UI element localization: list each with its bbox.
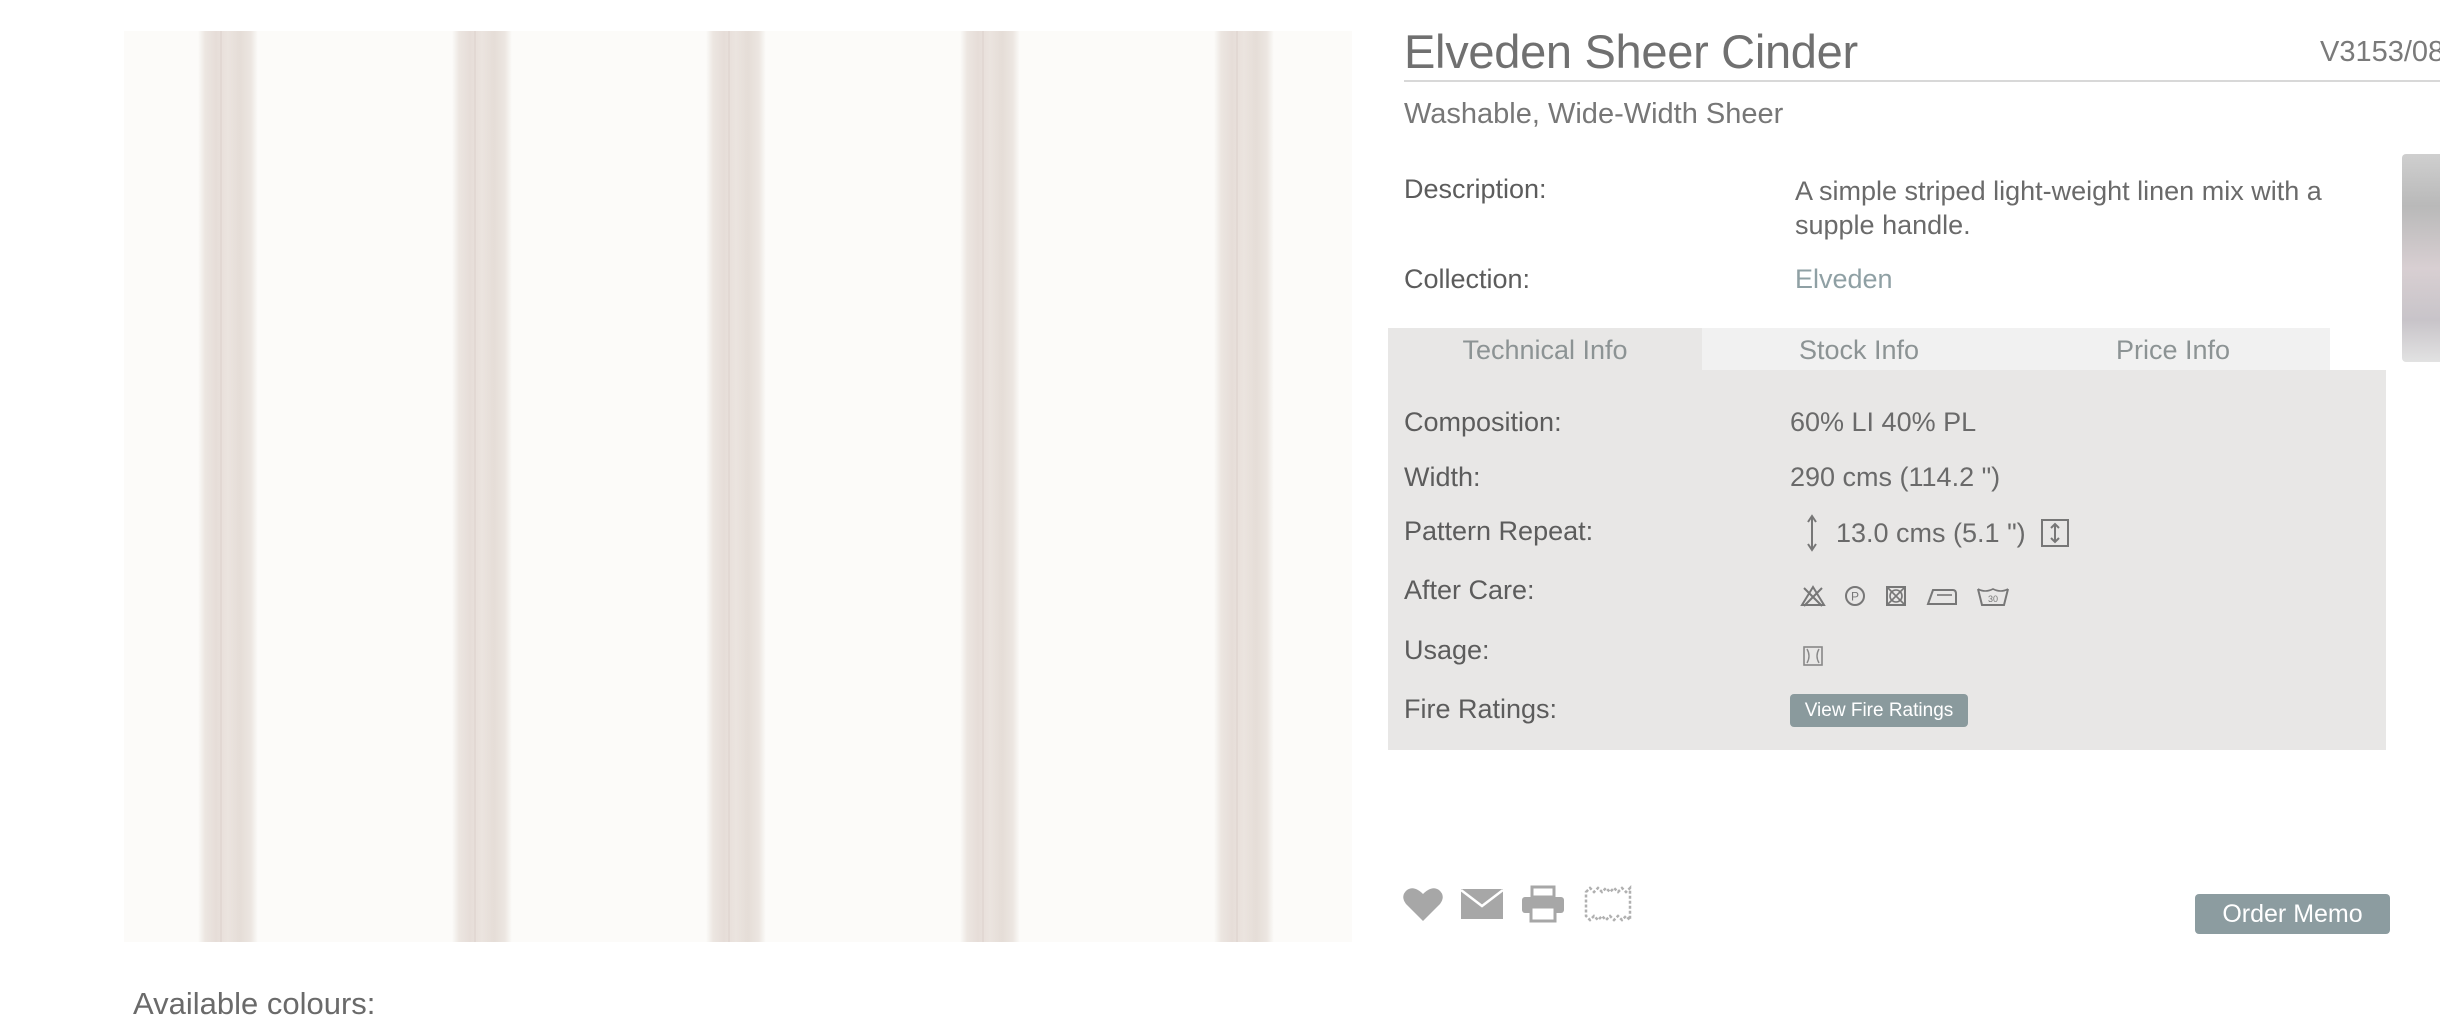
wash-30-icon: 30 [1976,584,2010,608]
mail-icon[interactable] [1460,887,1504,926]
do-not-tumble-dry-icon [1884,584,1908,608]
pattern-repeat-label: Pattern Repeat: [1404,516,1594,546]
cool-iron-icon [1925,584,1959,608]
width-label: Width: [1404,462,1481,492]
composition-value: 60% LI 40% PL [1790,407,1977,437]
collection-link[interactable]: Elveden [1795,264,1893,295]
tab-technical-info[interactable]: Technical Info [1388,328,1702,370]
pattern-repeat-value: 13.0 cms (5.1 ") [1836,517,2026,548]
after-care-label: After Care: [1404,575,1535,605]
print-icon[interactable] [1520,885,1566,928]
swatch-stripe [1214,31,1274,942]
product-title: Elveden Sheer Cinder [1404,25,1858,78]
product-subtitle: Washable, Wide-Width Sheer [1404,98,1784,130]
room-setting-thumbnail[interactable] [2402,154,2440,362]
heart-icon[interactable] [1402,885,1444,928]
after-care-icons: P 30 [1800,584,2010,608]
repeat-guide-icon[interactable] [2040,518,2070,548]
professional-dry-clean-icon: P [1843,584,1867,608]
tab-stock-info[interactable]: Stock Info [1702,328,2016,370]
width-value: 290 cms (114.2 ") [1790,462,2001,492]
title-divider [1404,80,2440,82]
wash-temp-label: 30 [1988,594,1998,604]
composition-label: Composition: [1404,407,1562,437]
info-tabs: Technical Info Stock Info Price Info [1388,328,2330,370]
vertical-repeat-icon [1806,514,1818,552]
do-not-bleach-icon [1800,584,1826,608]
collection-label: Collection: [1404,264,1531,294]
swatch-stripe [960,31,1020,942]
swatch-icon[interactable] [1582,884,1634,929]
swatch-stripe [198,31,258,942]
action-icons [1402,884,1634,929]
fire-ratings-label: Fire Ratings: [1404,694,1558,724]
description-text: A simple striped light-weight linen mix … [1795,176,2322,240]
tab-price-info[interactable]: Price Info [2016,328,2330,370]
product-code: V3153/08 [2320,36,2440,68]
description-label: Description: [1404,174,1547,204]
view-fire-ratings-button[interactable]: View Fire Ratings [1790,694,1968,727]
swatch-stripe [452,31,512,942]
curtain-usage-icon [1802,645,1824,667]
pattern-repeat-row: 13.0 cms (5.1 ") [1806,514,2070,552]
fabric-swatch-image [124,31,1352,942]
available-colours-heading: Available colours: [133,986,376,1021]
usage-label: Usage: [1404,635,1490,665]
svg-text:P: P [1851,590,1859,604]
order-memo-button[interactable]: Order Memo [2195,894,2390,934]
swatch-stripe [706,31,766,942]
usage-icons [1802,645,1824,667]
